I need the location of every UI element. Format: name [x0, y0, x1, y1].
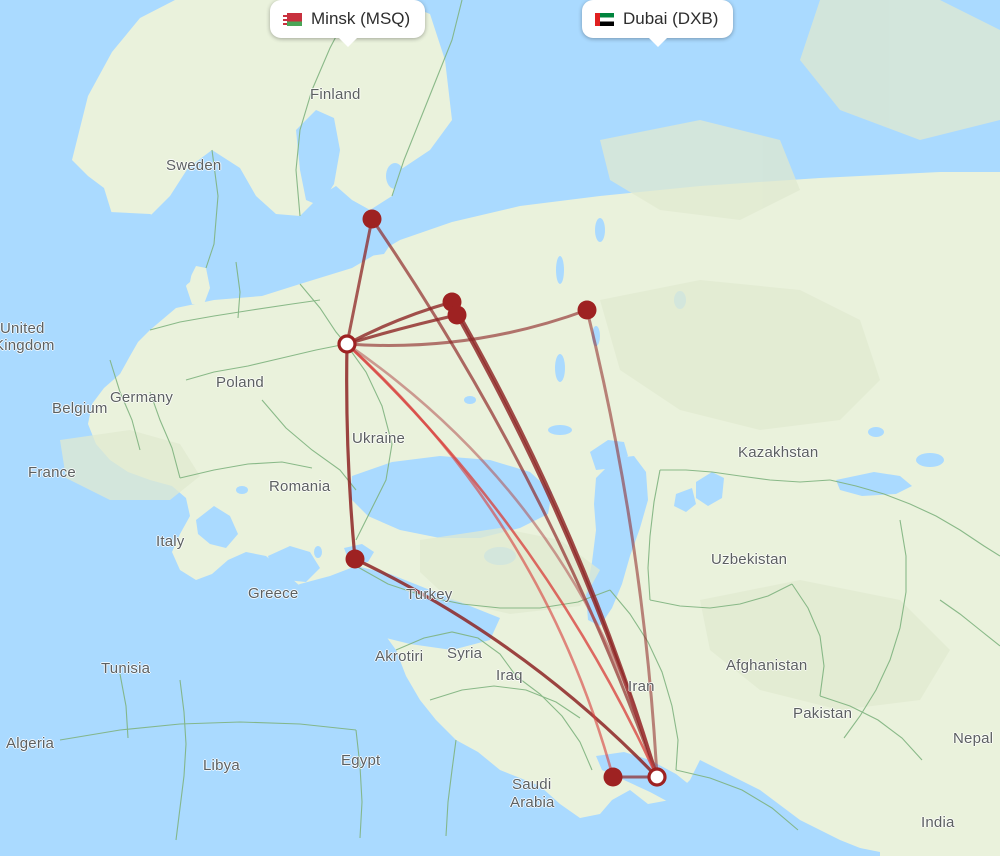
flight-route-map[interactable]: Finland Sweden United Kingdom Poland Germany B…	[0, 0, 1000, 856]
airport-node-waypoint-east[interactable]	[577, 300, 597, 320]
belarus-flag-icon	[283, 12, 302, 26]
airport-node-origin-minsk[interactable]	[337, 334, 357, 354]
uae-flag-icon	[595, 12, 614, 26]
airport-node-waypoint-moscow-b[interactable]	[447, 305, 467, 325]
airport-node-waypoint-istanbul[interactable]	[345, 549, 365, 569]
airport-node-waypoint-north[interactable]	[362, 209, 382, 229]
destination-airport-tooltip[interactable]: Dubai (DXB)	[582, 0, 734, 47]
map-canvas	[0, 0, 1000, 856]
origin-airport-tooltip[interactable]: Minsk (MSQ)	[270, 0, 426, 47]
airport-node-destination-dubai[interactable]	[647, 767, 667, 787]
map-basemap	[0, 0, 1000, 856]
destination-airport-label: Dubai (DXB)	[623, 9, 719, 28]
origin-airport-label: Minsk (MSQ)	[311, 9, 411, 28]
airport-node-waypoint-gulf[interactable]	[603, 767, 623, 787]
